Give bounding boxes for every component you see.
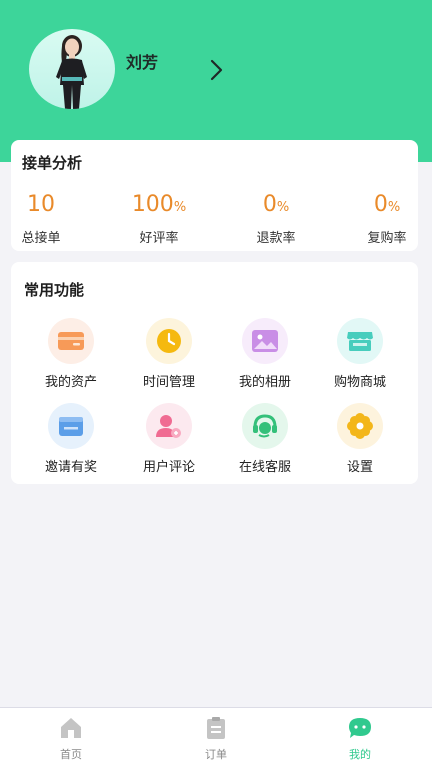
func-my-album[interactable]: 我的相册 <box>217 318 313 390</box>
bottom-tab-bar: 首页 订单 我的 <box>0 707 432 769</box>
stat-value: 0% <box>373 192 401 217</box>
stat-value: 100% <box>131 192 187 217</box>
stat-value: 10 <box>27 192 55 217</box>
shop-icon <box>337 318 383 364</box>
chevron-right-icon[interactable] <box>208 58 224 82</box>
home-icon <box>58 716 84 740</box>
func-label: 我的相册 <box>238 375 291 390</box>
tab-home[interactable]: 首页 <box>31 716 111 762</box>
func-label: 在线客服 <box>238 460 291 475</box>
tab-label: 首页 <box>60 748 82 761</box>
common-functions-card: 常用功能 我的资产 时间管理 我的相册 购物商城 邀请有奖 用户评论 在线客服 … <box>11 262 418 484</box>
func-label: 购物商城 <box>333 375 386 390</box>
tab-label: 订单 <box>205 748 227 761</box>
picture-icon <box>242 318 288 364</box>
profile-name: 刘芳 <box>126 53 159 72</box>
func-label: 邀请有奖 <box>44 460 97 475</box>
func-label: 时间管理 <box>142 375 195 390</box>
func-invite-reward[interactable]: 邀请有奖 <box>23 403 119 475</box>
stat-refund-rate: 0% 退款率 <box>233 190 319 246</box>
clipboard-icon <box>203 716 229 740</box>
stat-label: 总接单 <box>21 231 61 246</box>
order-analysis-title: 接单分析 <box>22 154 83 172</box>
stat-repurchase-rate: 0% 复购率 <box>344 190 430 246</box>
func-user-comments[interactable]: 用户评论 <box>121 403 217 475</box>
stat-label: 好评率 <box>139 231 179 246</box>
user-comment-icon <box>146 403 192 449</box>
func-time-management[interactable]: 时间管理 <box>121 318 217 390</box>
stat-label: 复购率 <box>367 231 407 246</box>
tab-orders[interactable]: 订单 <box>176 716 256 762</box>
avatar[interactable] <box>29 29 115 109</box>
user-avatar-photo-icon <box>56 35 87 109</box>
order-analysis-card: 接单分析 10 总接单 100% 好评率 0% 退款率 0% 复购率 <box>11 140 418 251</box>
func-label: 用户评论 <box>142 460 195 475</box>
tab-label: 我的 <box>349 748 371 761</box>
func-my-assets[interactable]: 我的资产 <box>23 318 119 390</box>
func-label: 设置 <box>346 460 373 475</box>
invite-icon <box>48 403 94 449</box>
common-functions-title: 常用功能 <box>24 281 85 299</box>
gear-icon <box>337 403 383 449</box>
tab-mine[interactable]: 我的 <box>320 716 400 762</box>
chat-bubble-icon <box>347 716 373 740</box>
stat-good-rate: 100% 好评率 <box>116 190 202 246</box>
stat-label: 退款率 <box>256 231 296 246</box>
stat-value: 0% <box>262 192 290 217</box>
func-label: 我的资产 <box>44 375 97 390</box>
stat-total-orders: 10 总接单 <box>0 190 84 246</box>
func-online-service[interactable]: 在线客服 <box>217 403 313 475</box>
wallet-icon <box>48 318 94 364</box>
func-shop-mall[interactable]: 购物商城 <box>312 318 408 390</box>
func-settings[interactable]: 设置 <box>312 403 408 475</box>
headset-icon <box>242 403 288 449</box>
clock-icon <box>146 318 192 364</box>
